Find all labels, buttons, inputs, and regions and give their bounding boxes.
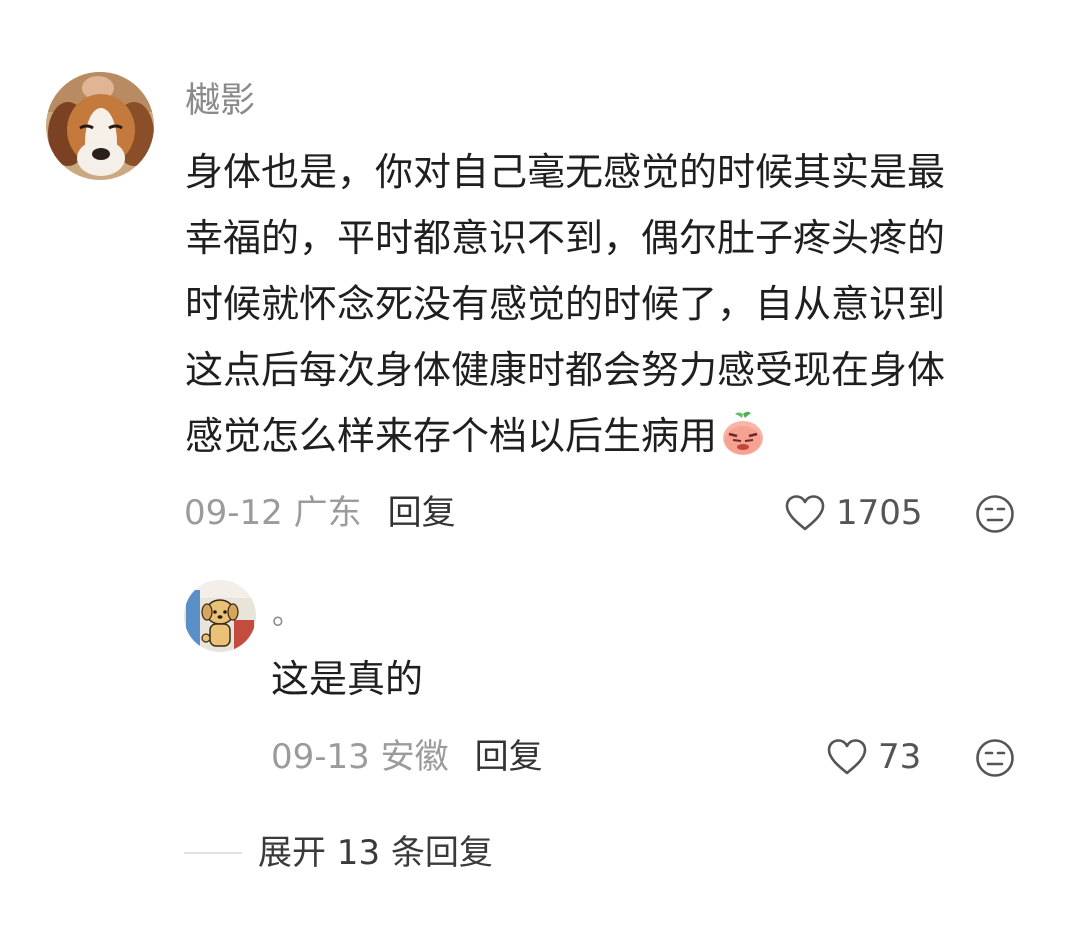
- reply-date-location: 09-13 安徽: [271, 737, 449, 777]
- comment-text-line: 感觉怎么样来存个档以后生病用: [185, 414, 718, 458]
- expand-replies-button[interactable]: 展开 13 条回复: [184, 836, 493, 870]
- like-button[interactable]: 1705: [784, 494, 923, 532]
- unamused-face-icon: [976, 495, 1014, 533]
- comment-text-line-last: 感觉怎么样来存个档以后生病用: [185, 403, 1035, 469]
- commenter-avatar[interactable]: [46, 72, 154, 180]
- commenter-username[interactable]: 樾影: [185, 84, 255, 119]
- reply-like-count: 73: [878, 737, 922, 777]
- reply-meta: 09-13 安徽 回复: [271, 740, 543, 774]
- reply-like-button[interactable]: 73: [826, 738, 921, 776]
- reply-avatar[interactable]: [184, 580, 256, 652]
- expand-replies-label: 展开 13 条回复: [258, 833, 493, 873]
- comment-text-line: 幸福的，平时都意识不到，偶尔肚子疼头疼的: [185, 216, 946, 260]
- comment-text-line: 时候就怀念死没有感觉的时候了，自从意识到: [185, 282, 946, 326]
- reply-to-reply-button[interactable]: 回复: [475, 737, 543, 777]
- reply-dislike-button[interactable]: [975, 738, 1015, 778]
- like-count: 1705: [836, 493, 923, 533]
- comment-meta: 09-12 广东 回复: [184, 496, 456, 530]
- comment-text-line: 身体也是，你对自己毫无感觉的时候其实是最: [185, 150, 946, 194]
- heart-outline-icon: [827, 739, 867, 775]
- dog-avatar-image: [46, 72, 154, 180]
- comment-date-location: 09-12 广东: [184, 493, 362, 533]
- dislike-button[interactable]: [975, 494, 1015, 534]
- reply-username[interactable]: 。: [272, 600, 302, 630]
- reply-text: 这是真的: [271, 657, 424, 701]
- crying-radish-emoji-icon: [719, 410, 767, 458]
- reply-button[interactable]: 回复: [388, 493, 456, 533]
- heart-outline-icon: [785, 495, 825, 531]
- comment-text-line: 这点后每次身体健康时都会努力感受现在身体: [185, 348, 946, 392]
- cartoon-dog-avatar-image: [184, 580, 256, 652]
- expand-divider: [184, 852, 242, 854]
- comment-text: 身体也是，你对自己毫无感觉的时候其实是最 幸福的，平时都意识不到，偶尔肚子疼头疼…: [185, 139, 1035, 469]
- unamused-face-icon: [976, 739, 1014, 777]
